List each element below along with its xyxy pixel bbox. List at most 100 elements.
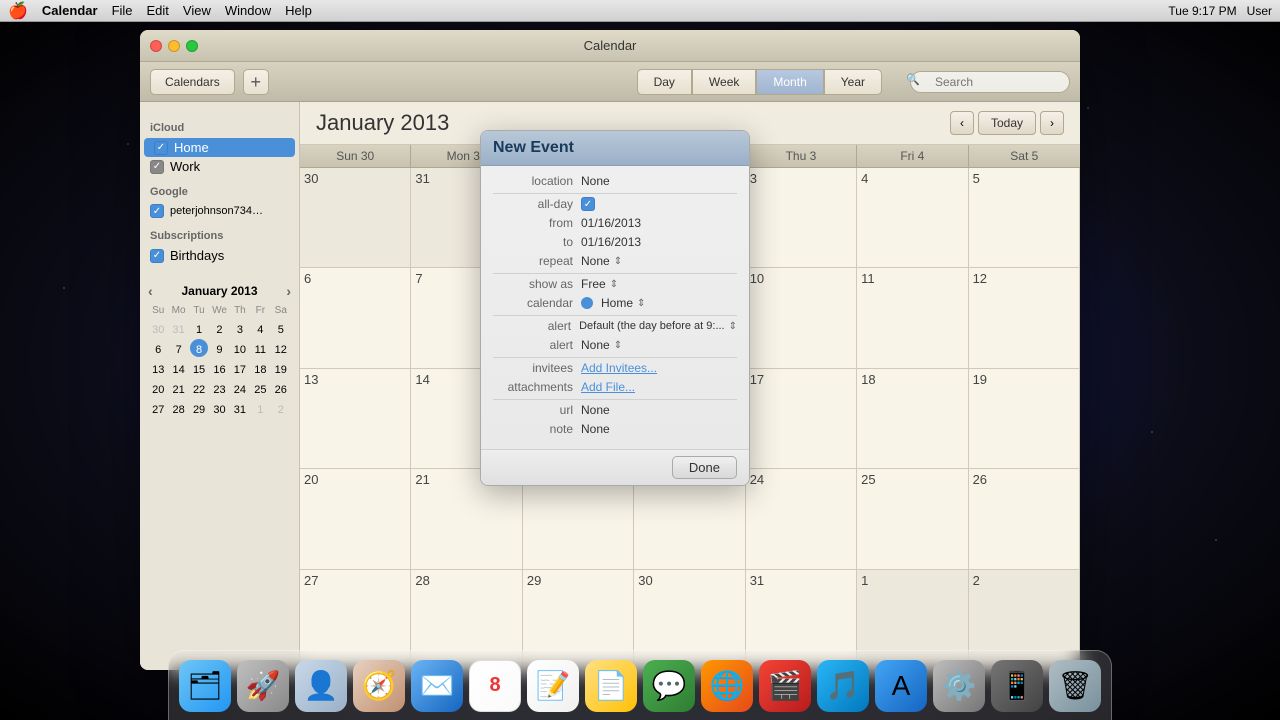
mini-day-17[interactable]: 17 (231, 359, 249, 377)
day-cell-10[interactable]: 10 (746, 268, 857, 368)
day-cell-17[interactable]: 17 (746, 369, 857, 469)
safari-icon[interactable]: 🧭 (353, 660, 405, 712)
today-button[interactable]: Today (978, 111, 1036, 135)
sidebar-item-birthdays[interactable]: ✓ Birthdays (140, 246, 299, 265)
location-value[interactable]: None (581, 174, 737, 188)
reminders-icon[interactable]: 📝 (527, 660, 579, 712)
minimize-button[interactable] (168, 40, 180, 52)
view-day-button[interactable]: Day (637, 69, 692, 95)
note-value[interactable]: None (581, 422, 737, 436)
mini-day-1[interactable]: 1 (190, 319, 208, 337)
mini-day-3[interactable]: 3 (231, 319, 249, 337)
launchpad-icon[interactable]: 🚀 (237, 660, 289, 712)
mini-day-2-next[interactable]: 2 (272, 399, 290, 417)
day-cell-19[interactable]: 19 (969, 369, 1080, 469)
mini-day-4[interactable]: 4 (251, 319, 269, 337)
day-cell-18[interactable]: 18 (857, 369, 968, 469)
messages-icon[interactable]: 💬 (643, 660, 695, 712)
mini-day-21[interactable]: 21 (170, 379, 188, 397)
syspref-icon[interactable]: ⚙️ (933, 660, 985, 712)
trash-icon[interactable]: 🗑 (1049, 660, 1101, 712)
facetime-icon[interactable]: 🌐 (701, 660, 753, 712)
finder-icon[interactable]: 🗂 (179, 660, 231, 712)
mini-day-5[interactable]: 5 (272, 319, 290, 337)
mini-day-27[interactable]: 27 (149, 399, 167, 417)
apple-menu[interactable]: 🍎 (8, 1, 28, 21)
itunes-icon[interactable]: 🎵 (817, 660, 869, 712)
day-cell-6[interactable]: 6 (300, 268, 411, 368)
from-value[interactable]: 01/16/2013 (581, 216, 737, 230)
alert2-select[interactable]: None ⇕ (581, 338, 622, 352)
mini-day-23[interactable]: 23 (210, 379, 228, 397)
close-button[interactable] (150, 40, 162, 52)
view-month-button[interactable]: Month (756, 69, 823, 95)
calendar-select[interactable]: Home ⇕ (581, 296, 645, 310)
mini-day-25[interactable]: 25 (251, 379, 269, 397)
mini-cal-next[interactable]: › (286, 283, 291, 299)
menu-help[interactable]: Help (285, 3, 312, 18)
dvd-icon[interactable]: 🎬 (759, 660, 811, 712)
all-day-checkbox[interactable]: ✓ (581, 197, 595, 211)
mini-day-11[interactable]: 11 (251, 339, 269, 357)
invitees-value[interactable]: Add Invitees... (581, 361, 737, 375)
repeat-select[interactable]: None ⇕ (581, 254, 622, 268)
mini-day-16[interactable]: 16 (210, 359, 228, 377)
day-cell-13[interactable]: 13 (300, 369, 411, 469)
home-checkbox[interactable]: ✓ (154, 141, 168, 155)
menu-window[interactable]: Window (225, 3, 271, 18)
mini-day-19[interactable]: 19 (272, 359, 290, 377)
bday-checkbox[interactable]: ✓ (150, 249, 164, 263)
mini-day-28[interactable]: 28 (170, 399, 188, 417)
mini-day-20[interactable]: 20 (149, 379, 167, 397)
iphone-icon[interactable]: 📱 (991, 660, 1043, 712)
done-button[interactable]: Done (672, 456, 737, 479)
mini-day-31[interactable]: 31 (231, 399, 249, 417)
mini-day-13[interactable]: 13 (149, 359, 167, 377)
day-cell-5[interactable]: 5 (969, 168, 1080, 268)
day-cell-24[interactable]: 24 (746, 469, 857, 569)
sidebar-item-work[interactable]: ✓ Work (140, 157, 299, 176)
maximize-button[interactable] (186, 40, 198, 52)
mini-day-9[interactable]: 9 (210, 339, 228, 357)
stickies-icon[interactable]: 📄 (585, 660, 637, 712)
day-cell-26[interactable]: 26 (969, 469, 1080, 569)
mini-day-2[interactable]: 2 (210, 319, 228, 337)
mini-day-12[interactable]: 12 (272, 339, 290, 357)
mail-icon[interactable]: ✉️ (411, 660, 463, 712)
mini-day-29[interactable]: 29 (190, 399, 208, 417)
attachments-value[interactable]: Add File... (581, 380, 737, 394)
mini-day-10[interactable]: 10 (231, 339, 249, 357)
work-checkbox[interactable]: ✓ (150, 160, 164, 174)
calendar-dock-icon[interactable]: 8 (469, 660, 521, 712)
day-cell-25[interactable]: 25 (857, 469, 968, 569)
prev-month-button[interactable]: ‹ (950, 111, 974, 135)
search-input[interactable] (910, 71, 1070, 93)
mini-day-22[interactable]: 22 (190, 379, 208, 397)
add-event-button[interactable]: + (243, 69, 269, 95)
mini-day-26[interactable]: 26 (272, 379, 290, 397)
mini-day-18[interactable]: 18 (251, 359, 269, 377)
mini-day-7[interactable]: 7 (170, 339, 188, 357)
day-cell-30[interactable]: 30 (300, 168, 411, 268)
day-cell-12[interactable]: 12 (969, 268, 1080, 368)
mini-day-30[interactable]: 30 (210, 399, 228, 417)
mini-day-6[interactable]: 6 (149, 339, 167, 357)
menu-edit[interactable]: Edit (147, 3, 169, 18)
show-as-select[interactable]: Free ⇕ (581, 277, 618, 291)
day-cell-3[interactable]: 3 (746, 168, 857, 268)
alert1-select[interactable]: Default (the day before at 9:... ⇕ (579, 320, 737, 332)
sidebar-item-google[interactable]: ✓ peterjohnson734@... (140, 202, 299, 220)
menu-view[interactable]: View (183, 3, 211, 18)
day-cell-4[interactable]: 4 (857, 168, 968, 268)
menu-file[interactable]: File (112, 3, 133, 18)
mini-cal-prev[interactable]: ‹ (148, 283, 153, 299)
next-month-button[interactable]: › (1040, 111, 1064, 135)
calendars-button[interactable]: Calendars (150, 69, 235, 95)
day-cell-11[interactable]: 11 (857, 268, 968, 368)
mini-day-1-next[interactable]: 1 (251, 399, 269, 417)
view-week-button[interactable]: Week (692, 69, 756, 95)
mini-day-14[interactable]: 14 (170, 359, 188, 377)
to-value[interactable]: 01/16/2013 (581, 235, 737, 249)
mini-day-15[interactable]: 15 (190, 359, 208, 377)
url-value[interactable]: None (581, 403, 737, 417)
